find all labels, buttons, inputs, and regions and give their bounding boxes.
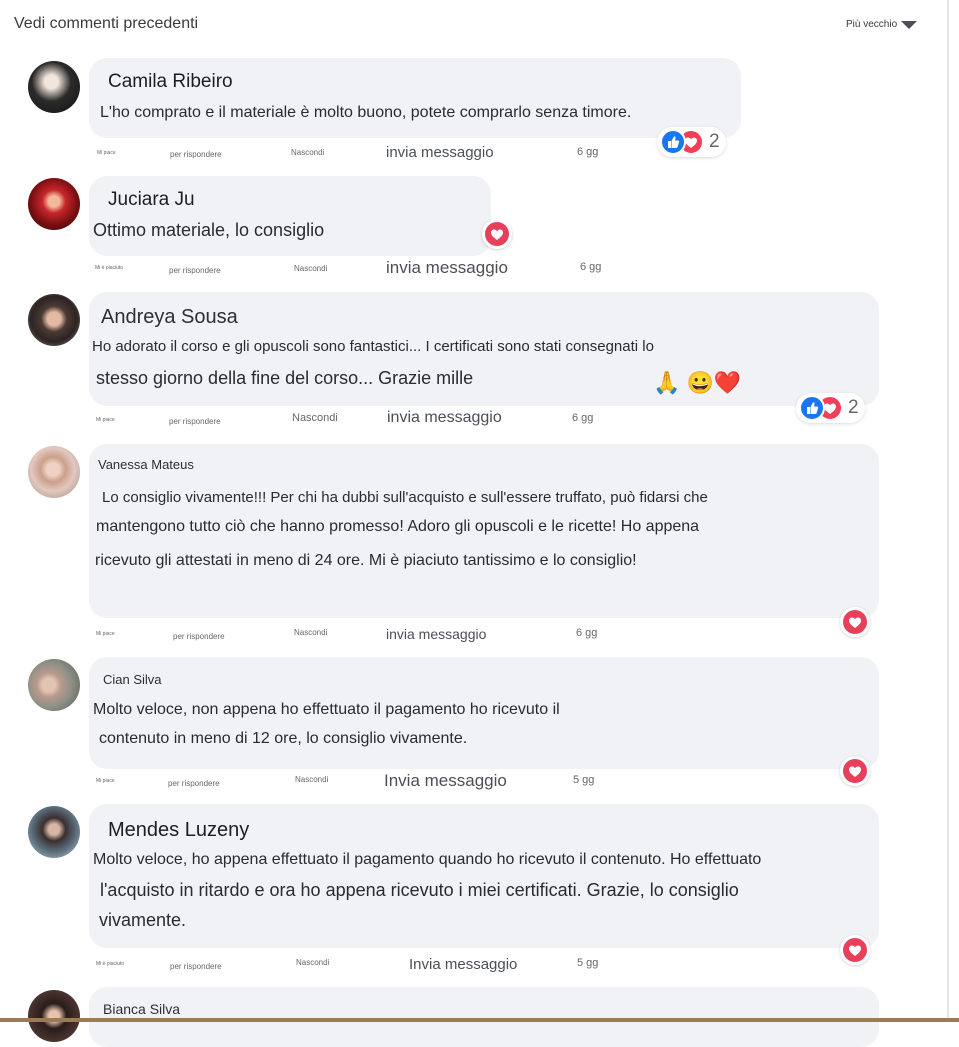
avatar[interactable] [28, 806, 80, 858]
comment-bubble: Cian Silva Molto veloce, non appena ho e… [89, 657, 879, 769]
comment-author[interactable]: Vanessa Mateus [98, 457, 194, 472]
avatar[interactable] [28, 294, 80, 346]
like-action[interactable]: Mi piace [97, 150, 116, 156]
reply-action[interactable]: per rispondere [169, 266, 221, 275]
like-action[interactable]: Mi è piaciuto [96, 961, 124, 967]
comment-author[interactable]: Juciara Ju [108, 189, 195, 211]
reply-action[interactable]: per rispondere [169, 417, 221, 426]
send-message-action[interactable]: Invia messaggio [384, 771, 507, 791]
comment-text: contenuto in meno di 12 ore, lo consigli… [99, 730, 468, 747]
hide-action[interactable]: Nascondi [291, 148, 324, 157]
reaction-count: 2 [709, 131, 720, 152]
comment-author[interactable]: Andreya Sousa [101, 306, 238, 329]
comment-timestamp[interactable]: 5 gg [577, 957, 598, 969]
reply-action[interactable]: per rispondere [173, 632, 225, 641]
heart-icon [843, 610, 867, 634]
comment-text: Lo consiglio vivamente!!! Per chi ha dub… [102, 489, 708, 506]
comment-actions: Mi piace per rispondere Nascondi invia m… [0, 409, 700, 428]
heart-icon [843, 759, 867, 783]
comment-author[interactable]: Camila Ribeiro [108, 71, 233, 93]
comment-actions: Mi piace per rispondere Nascondi Invia m… [0, 771, 700, 791]
comment-author[interactable]: Mendes Luzeny [108, 819, 249, 842]
hide-action[interactable]: Nascondi [295, 775, 328, 784]
reply-action[interactable]: per rispondere [170, 150, 222, 159]
like-action[interactable]: Mi piace [96, 631, 115, 637]
comment-author[interactable]: Bianca Silva [103, 1001, 180, 1017]
comment-bubble: Camila Ribeiro L'ho comprato e il materi… [89, 58, 741, 138]
like-action[interactable]: Mi piace [96, 778, 115, 784]
reaction-summary[interactable]: 2 [657, 127, 726, 157]
comment-text: stesso giorno della fine del corso... Gr… [96, 368, 474, 388]
comments-header: Vedi commenti precedenti Più vecchio [0, 0, 940, 50]
heart-icon [485, 222, 509, 246]
reaction-count: 2 [848, 397, 859, 418]
comment-timestamp[interactable]: 6 gg [576, 627, 597, 639]
comment-timestamp[interactable]: 5 gg [573, 774, 594, 786]
comment-timestamp[interactable]: 6 gg [577, 146, 598, 158]
comment-timestamp[interactable]: 6 gg [580, 261, 601, 273]
hide-action[interactable]: Nascondi [294, 628, 327, 637]
bottom-edge [0, 1018, 959, 1022]
avatar[interactable] [28, 990, 80, 1042]
avatar[interactable] [28, 178, 80, 230]
comment-author[interactable]: Cian Silva [103, 672, 162, 687]
comment-actions: Mi piace per rispondere Nascondi invia m… [0, 626, 700, 643]
comment-actions: Mi è piaciuto per rispondere Nascondi in… [0, 258, 700, 278]
sort-dropdown[interactable]: Più vecchio [846, 19, 918, 30]
heart-icon [843, 938, 867, 962]
like-action[interactable]: Mi piace [96, 417, 115, 423]
comment-bubble: Bianca Silva [89, 987, 879, 1047]
avatar[interactable] [28, 446, 80, 498]
hide-action[interactable]: Nascondi [292, 412, 338, 424]
comment-bubble: Mendes Luzeny Molto veloce, ho appena ef… [89, 804, 879, 948]
caret-down-icon [901, 21, 918, 29]
reaction-summary[interactable] [840, 607, 870, 637]
comment-text: vivamente. [99, 910, 187, 930]
thumbs-up-icon [660, 129, 686, 155]
page-border [947, 0, 949, 1022]
send-message-action[interactable]: invia messaggio [386, 144, 494, 161]
comment-actions: Mi piace per rispondere Nascondi invia m… [0, 144, 700, 162]
reaction-summary[interactable]: 2 [796, 393, 865, 423]
reaction-summary[interactable] [482, 219, 512, 249]
reaction-summary[interactable] [840, 935, 870, 965]
comment-text: Molto veloce, ho appena effettuato il pa… [93, 851, 762, 868]
thumbs-up-icon [799, 395, 825, 421]
reply-action[interactable]: per rispondere [170, 962, 222, 971]
comment-bubble: Juciara Ju Ottimo materiale, lo consigli… [89, 176, 491, 256]
hide-action[interactable]: Nascondi [294, 264, 327, 273]
comment-text: Molto veloce, non appena ho effettuato i… [93, 701, 560, 718]
send-message-action[interactable]: invia messaggio [386, 258, 508, 278]
reaction-summary[interactable] [840, 756, 870, 786]
send-message-action[interactable]: invia messaggio [387, 409, 502, 427]
comment-text: L'ho comprato e il materiale è molto buo… [100, 104, 632, 121]
comment-bubble: Andreya Sousa Ho adorato il corso e gli … [89, 292, 879, 406]
send-message-action[interactable]: Invia messaggio [409, 956, 517, 973]
comment-bubble: Vanessa Mateus Lo consiglio vivamente!!!… [89, 444, 879, 618]
comment-text: Ho adorato il corso e gli opuscoli sono … [92, 338, 654, 355]
send-message-action[interactable]: invia messaggio [386, 626, 486, 642]
emoji-sequence: 🙏 😀❤️ [653, 370, 742, 395]
comment-text: l'acquisto in ritardo e ora ho appena ri… [100, 880, 739, 900]
comment-text: ricevuto gli attestati in meno di 24 ore… [95, 552, 637, 569]
comment-actions: Mi è piaciuto per rispondere Nascondi In… [0, 956, 700, 973]
avatar[interactable] [28, 659, 80, 711]
view-previous-comments-link[interactable]: Vedi commenti precedenti [14, 15, 198, 33]
comment-timestamp[interactable]: 6 gg [572, 412, 593, 424]
avatar[interactable] [28, 61, 80, 113]
reply-action[interactable]: per rispondere [168, 779, 220, 788]
sort-label: Più vecchio [846, 19, 898, 30]
comment-text: mantengono tutto ciò che hanno promesso!… [96, 518, 700, 535]
hide-action[interactable]: Nascondi [296, 958, 329, 967]
like-action[interactable]: Mi è piaciuto [95, 265, 123, 271]
comment-text: Ottimo materiale, lo consiglio [93, 220, 325, 240]
